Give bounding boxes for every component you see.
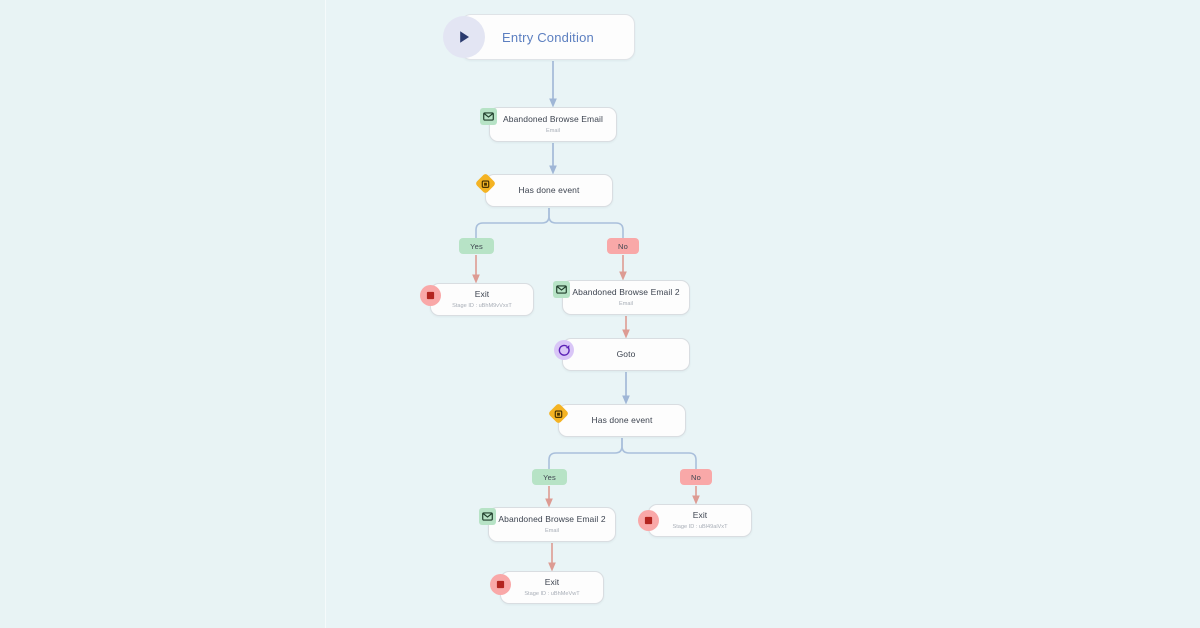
left-pane-background	[0, 0, 325, 628]
node-abandoned-browse-email-2[interactable]: Abandoned Browse Email 2 Email	[562, 280, 690, 315]
node-title: Exit	[544, 577, 560, 587]
play-icon	[443, 16, 485, 58]
node-stage-id: Stage ID : uBhM9vVxxT	[452, 303, 512, 309]
node-goto[interactable]: Goto	[562, 338, 690, 371]
node-entry-condition[interactable]: Entry Condition	[461, 14, 635, 60]
node-exit-3[interactable]: Exit Stage ID : uBhMeVwT	[500, 571, 604, 604]
stop-square-icon	[638, 510, 659, 531]
node-title: Abandoned Browse Email	[502, 114, 603, 124]
node-title: Has done event	[518, 185, 580, 195]
node-exit-1[interactable]: Exit Stage ID : uBhM9vVxxT	[430, 283, 534, 316]
envelope-icon	[480, 108, 497, 125]
node-abandoned-browse-email[interactable]: Abandoned Browse Email Email	[489, 107, 617, 142]
node-title: Exit	[692, 510, 708, 520]
node-title: Abandoned Browse Email 2	[572, 287, 680, 297]
loop-arrow-icon	[554, 340, 574, 360]
branch-label-text: No	[618, 241, 628, 251]
node-subtitle: Email	[619, 301, 633, 307]
node-stage-id: Stage ID : uBhMeVwT	[524, 591, 580, 597]
panel-divider	[325, 0, 326, 628]
node-subtitle: Email	[545, 528, 559, 534]
branch-label-no-2[interactable]: No	[680, 469, 712, 485]
node-title: Goto	[616, 349, 636, 359]
node-title: Exit	[474, 289, 490, 299]
node-has-done-event-1[interactable]: Has done event	[485, 174, 613, 207]
branch-label-no-1[interactable]: No	[607, 238, 639, 254]
stop-square-icon	[490, 574, 511, 595]
node-stage-id: Stage ID : uBl49aiVxT	[672, 524, 728, 530]
node-abandoned-browse-email-2-b[interactable]: Abandoned Browse Email 2 Email	[488, 507, 616, 542]
flow-canvas[interactable]: Entry Condition Abandoned Browse Email E…	[0, 0, 1200, 628]
node-exit-2[interactable]: Exit Stage ID : uBl49aiVxT	[648, 504, 752, 537]
branch-label-text: Yes	[470, 241, 483, 251]
envelope-icon	[479, 508, 496, 525]
node-title: Entry Condition	[502, 29, 594, 45]
node-has-done-event-2[interactable]: Has done event	[558, 404, 686, 437]
node-title: Abandoned Browse Email 2	[498, 514, 606, 524]
branch-label-text: No	[691, 472, 701, 482]
envelope-icon	[553, 281, 570, 298]
branch-label-yes-1[interactable]: Yes	[459, 238, 494, 254]
stop-square-icon	[420, 285, 441, 306]
node-subtitle: Email	[546, 128, 560, 134]
branch-label-text: Yes	[543, 472, 556, 482]
node-title: Has done event	[591, 415, 653, 425]
branch-label-yes-2[interactable]: Yes	[532, 469, 567, 485]
